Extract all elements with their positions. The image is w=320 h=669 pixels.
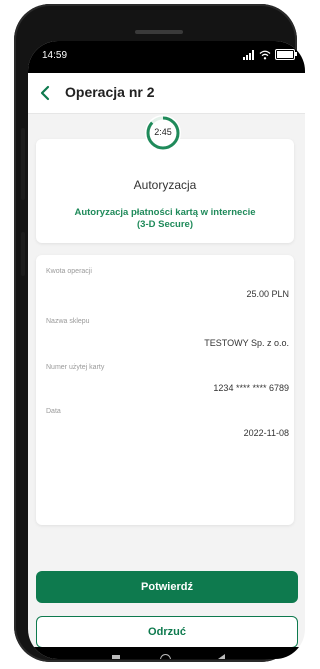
- chevron-left-icon[interactable]: [38, 83, 54, 103]
- detail-label-date: Data: [46, 408, 61, 415]
- status-bar: 14:59: [28, 41, 305, 73]
- authorization-title: Autoryzacja: [133, 178, 197, 192]
- earpiece-speaker: [135, 30, 183, 34]
- detail-label-merchant: Nazwa sklepu: [46, 318, 90, 325]
- detail-value-card-number: 1234 **** **** 6789: [213, 383, 289, 393]
- page-title: Operacja nr 2: [65, 84, 155, 100]
- battery-icon: [275, 49, 297, 60]
- countdown-timer: 2:45: [145, 115, 181, 151]
- detail-label-card-number: Numer użytej karty: [46, 364, 105, 371]
- navigation-bar: [28, 647, 305, 659]
- timer-label: 2:45: [154, 127, 172, 137]
- recent-apps-icon[interactable]: [112, 655, 120, 659]
- confirm-button-label: Potwierdź: [141, 581, 193, 593]
- detail-value-date: 2022-11-08: [243, 428, 289, 438]
- app-header: Operacja nr 2: [28, 73, 305, 114]
- authorization-subtitle-line1: Autoryzacja płatności kartą w internecie: [74, 207, 256, 218]
- authorization-subtitle-line2: (3-D Secure): [137, 219, 193, 230]
- authorization-subtitle: Autoryzacja płatności kartą w internecie…: [46, 207, 284, 231]
- home-icon[interactable]: [160, 654, 171, 659]
- back-triangle-icon[interactable]: [218, 654, 225, 659]
- detail-label-amount: Kwota operacji: [46, 268, 92, 275]
- detail-value-merchant: TESTOWY Sp. z o.o.: [204, 338, 289, 348]
- detail-value-amount: 25.00 PLN: [246, 289, 289, 299]
- signal-icon: [243, 49, 255, 60]
- wifi-icon: [259, 50, 271, 59]
- side-button-lower: [21, 232, 25, 276]
- status-icons: [243, 49, 297, 60]
- status-time: 14:59: [42, 50, 68, 61]
- reject-button-label: Odrzuć: [148, 626, 186, 638]
- side-button-upper: [21, 128, 25, 200]
- phone-screen: 14:59 Operacja nr 2 2:45 Autoryzacja Aut…: [28, 41, 305, 659]
- confirm-button[interactable]: Potwierdź: [36, 571, 298, 603]
- reject-button[interactable]: Odrzuć: [36, 616, 298, 648]
